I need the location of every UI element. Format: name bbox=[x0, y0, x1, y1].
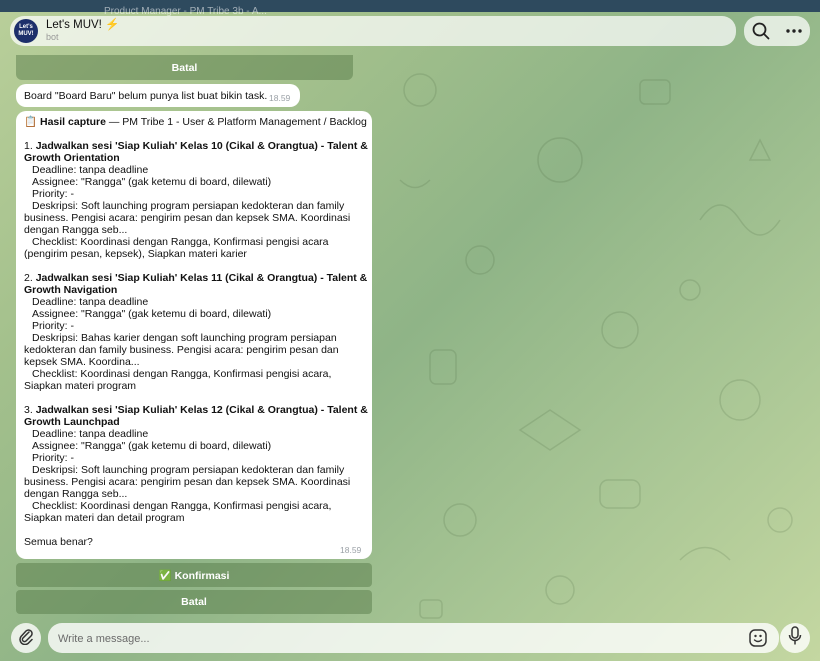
task-title: Jadwalkan sesi 'Siap Kuliah' Kelas 11 (C… bbox=[24, 272, 371, 296]
task-checklist: Checklist: Koordinasi dengan Rangga, Kon… bbox=[24, 500, 335, 524]
message-time: 18.59 bbox=[340, 545, 362, 555]
chat-subtitle: bot bbox=[46, 32, 59, 42]
task-priority: Priority: - bbox=[32, 320, 74, 332]
confirm-button[interactable]: ✅ Konfirmasi bbox=[16, 563, 372, 587]
task-priority: Priority: - bbox=[32, 452, 74, 464]
chat-title: Let's MUV! ⚡ bbox=[46, 19, 120, 31]
task-assignee: Assignee: "Rangga" (gak ketemu di board,… bbox=[32, 176, 272, 188]
cancel-button[interactable]: Batal bbox=[16, 590, 372, 614]
task-item: 3. Jadwalkan sesi 'Siap Kuliah' Kelas 12… bbox=[24, 404, 369, 524]
capture-board: — PM Tribe 1 - User & Platform Managemen… bbox=[105, 116, 367, 128]
header-actions bbox=[744, 16, 810, 46]
task-number: 1. bbox=[24, 140, 36, 152]
task-deadline: Deadline: tanpa deadline bbox=[32, 164, 149, 176]
confirmation-question: Semua benar? bbox=[24, 536, 93, 548]
capture-title: Hasil capture bbox=[40, 116, 106, 128]
more-horizontal-icon[interactable] bbox=[786, 28, 802, 34]
task-assignee: Assignee: "Rangga" (gak ketemu di board,… bbox=[32, 308, 272, 320]
attach-button[interactable] bbox=[11, 623, 41, 653]
task-title: Jadwalkan sesi 'Siap Kuliah' Kelas 10 (C… bbox=[24, 140, 371, 164]
task-deadline: Deadline: tanpa deadline bbox=[32, 428, 149, 440]
task-deadline: Deadline: tanpa deadline bbox=[32, 296, 149, 308]
capture-header: 📋 Hasil capture — PM Tribe 1 - User & Pl… bbox=[24, 116, 369, 128]
task-number: 3. bbox=[24, 404, 36, 416]
cancel-button-previous[interactable]: Batal bbox=[16, 55, 353, 80]
message-composer bbox=[48, 623, 779, 653]
paperclip-icon bbox=[18, 627, 34, 650]
task-title: Jadwalkan sesi 'Siap Kuliah' Kelas 12 (C… bbox=[24, 404, 371, 428]
avatar[interactable]: Let's MUV! bbox=[14, 19, 38, 43]
task-assignee: Assignee: "Rangga" (gak ketemu di board,… bbox=[32, 440, 272, 452]
message-text: Board "Board Baru" belum punya list buat… bbox=[24, 90, 268, 102]
message-time: 18.59 bbox=[269, 93, 291, 103]
microphone-icon bbox=[788, 625, 802, 651]
task-description: Deskripsi: Soft launching program persia… bbox=[24, 200, 354, 236]
sticker-icon[interactable] bbox=[748, 628, 768, 653]
capture-result-message: 📋 Hasil capture — PM Tribe 1 - User & Pl… bbox=[16, 111, 372, 559]
task-priority: Priority: - bbox=[32, 188, 74, 200]
task-checklist: Checklist: Koordinasi dengan Rangga, Kon… bbox=[24, 368, 335, 392]
task-description: Deskripsi: Soft launching program persia… bbox=[24, 464, 354, 500]
message-bubble: Board "Board Baru" belum punya list buat… bbox=[16, 84, 300, 107]
chat-header[interactable]: Let's MUV! Let's MUV! ⚡ bot bbox=[10, 16, 736, 46]
message-input[interactable] bbox=[56, 629, 740, 649]
voice-button[interactable] bbox=[780, 623, 810, 653]
task-description: Deskripsi: Bahas karier dengan soft laun… bbox=[24, 332, 342, 368]
clipboard-icon: 📋 bbox=[24, 116, 38, 128]
task-item: 2. Jadwalkan sesi 'Siap Kuliah' Kelas 11… bbox=[24, 272, 369, 392]
task-checklist: Checklist: Koordinasi dengan Rangga, Kon… bbox=[24, 236, 332, 260]
search-icon[interactable] bbox=[752, 22, 770, 40]
chat-title-block[interactable]: Let's MUV! ⚡ bot bbox=[46, 19, 119, 43]
task-number: 2. bbox=[24, 272, 36, 284]
task-item: 1. Jadwalkan sesi 'Siap Kuliah' Kelas 10… bbox=[24, 140, 369, 260]
